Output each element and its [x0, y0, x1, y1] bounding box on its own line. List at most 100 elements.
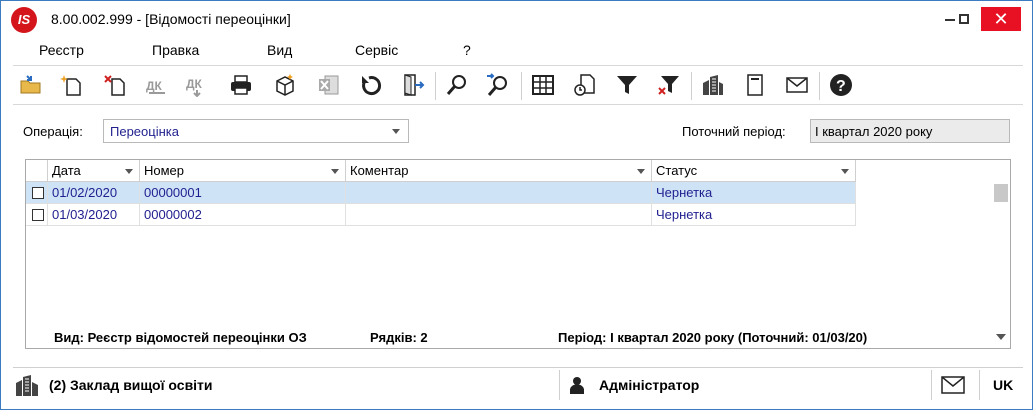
window-title: 8.00.002.999 - [Відомості переоцінки] — [51, 11, 291, 27]
sort-arrow-icon[interactable] — [331, 169, 339, 174]
toolbar-separator — [435, 72, 436, 100]
open-folder-button[interactable] — [17, 71, 45, 99]
toolbar: ДК ДК ? — [13, 65, 1023, 105]
exit-button[interactable] — [399, 71, 427, 99]
status-separator — [931, 370, 932, 400]
table-row[interactable]: 01/02/2020 00000001 Чернетка — [26, 182, 856, 204]
column-header-number[interactable]: Номер — [140, 160, 346, 182]
mail-button[interactable] — [783, 71, 811, 99]
user-icon — [570, 377, 584, 394]
header-checkbox-column — [26, 160, 48, 182]
package-icon — [276, 74, 294, 96]
rows-count: Рядків: 2 — [370, 330, 428, 345]
scroll-down-icon[interactable] — [996, 334, 1006, 340]
bookmark-document-icon — [747, 74, 763, 96]
toolbar-separator — [691, 72, 692, 100]
maximize-button[interactable] — [949, 7, 979, 31]
clear-filter-icon — [658, 76, 679, 95]
svg-text:ДК: ДК — [186, 77, 203, 91]
language-indicator[interactable]: UK — [993, 377, 1013, 393]
unpost-document-button[interactable]: ДК — [183, 71, 211, 99]
column-header-status[interactable]: Статус — [652, 160, 856, 182]
new-document-button[interactable] — [57, 71, 85, 99]
user-name[interactable]: Адміністратор — [599, 377, 699, 393]
table-row[interactable]: 01/03/2020 00000002 Чернетка — [26, 204, 856, 226]
sort-arrow-icon[interactable] — [841, 169, 849, 174]
print-button[interactable] — [227, 71, 255, 99]
maximize-icon — [959, 14, 969, 24]
help-icon: ? — [830, 74, 852, 96]
open-folder-icon — [20, 75, 41, 94]
main-window: IS 8.00.002.999 - [Відомості переоцінки]… — [0, 0, 1033, 410]
menu-view[interactable]: Вид — [267, 42, 292, 58]
mail-icon[interactable] — [941, 376, 965, 394]
scrollbar-thumb[interactable] — [994, 184, 1008, 202]
status-separator — [979, 370, 980, 400]
menu-bar: Реєстр Правка Вид Сервіс ? — [1, 39, 1032, 63]
sort-arrow-icon[interactable] — [125, 169, 133, 174]
current-period-value: І квартал 2020 року — [815, 124, 933, 139]
menu-edit[interactable]: Правка — [152, 42, 199, 58]
cell-comment — [346, 182, 652, 204]
post-document-icon: ДК — [146, 79, 165, 94]
row-checkbox[interactable] — [32, 187, 44, 199]
print-icon — [231, 75, 251, 95]
organization-icon — [16, 375, 38, 396]
cell-status: Чернетка — [652, 182, 856, 204]
filter-button[interactable] — [613, 71, 641, 99]
row-checkbox-cell — [26, 204, 48, 226]
menu-help[interactable]: ? — [463, 42, 471, 58]
column-header-date[interactable]: Дата — [48, 160, 140, 182]
cell-number: 00000002 — [140, 204, 346, 226]
menu-service[interactable]: Сервіс — [355, 42, 398, 58]
close-icon: ✕ — [993, 9, 1009, 29]
clear-filter-button[interactable] — [655, 71, 683, 99]
menu-registry[interactable]: Реєстр — [39, 42, 84, 58]
organization-icon — [703, 75, 723, 95]
filter-icon — [617, 76, 637, 94]
cell-comment — [346, 204, 652, 226]
delete-document-button[interactable] — [101, 71, 129, 99]
operation-select[interactable]: Переоцінка — [103, 119, 409, 143]
period-status: Період: І квартал 2020 року (Поточний: 0… — [558, 330, 868, 345]
bookmark-document-button[interactable] — [741, 71, 769, 99]
table-button[interactable] — [529, 71, 557, 99]
schedule-document-button[interactable] — [571, 71, 599, 99]
column-header-comment-label: Коментар — [350, 163, 409, 178]
close-button[interactable]: ✕ — [981, 7, 1021, 31]
column-header-date-label: Дата — [52, 163, 81, 178]
operation-value: Переоцінка — [110, 124, 179, 139]
toolbar-separator — [819, 72, 820, 100]
find-next-button[interactable] — [483, 71, 511, 99]
package-button[interactable] — [271, 71, 299, 99]
organization-name[interactable]: (2) Заклад вищої освіти — [49, 377, 213, 393]
vertical-scrollbar[interactable] — [990, 180, 1010, 348]
view-status: Вид: Реєстр відомостей переоцінки ОЗ — [54, 330, 307, 345]
status-separator — [559, 370, 560, 400]
unpost-document-icon: ДК — [186, 77, 203, 97]
help-button[interactable]: ? — [827, 71, 855, 99]
sort-arrow-icon[interactable] — [637, 169, 645, 174]
column-header-comment[interactable]: Коментар — [346, 160, 652, 182]
organization-button[interactable] — [699, 71, 727, 99]
find-button[interactable] — [443, 71, 471, 99]
cell-date: 01/03/2020 — [48, 204, 140, 226]
post-document-button[interactable]: ДК — [143, 71, 171, 99]
toolbar-separator — [521, 72, 522, 100]
title-bar: IS 8.00.002.999 - [Відомості переоцінки]… — [1, 1, 1032, 37]
new-document-icon — [60, 75, 81, 96]
cell-status: Чернетка — [652, 204, 856, 226]
mail-icon — [786, 77, 808, 93]
find-next-icon — [487, 73, 507, 96]
exit-icon — [404, 74, 425, 96]
refresh-button[interactable] — [357, 71, 385, 99]
column-header-number-label: Номер — [144, 163, 185, 178]
documents-grid: Дата Номер Коментар Статус 01/02/2020 00… — [25, 159, 1011, 349]
grid-header: Дата Номер Коментар Статус — [26, 160, 856, 182]
column-header-status-label: Статус — [656, 163, 698, 178]
excel-export-button[interactable] — [315, 71, 343, 99]
app-logo-icon: IS — [11, 7, 37, 33]
operation-label: Операція: — [23, 124, 83, 139]
row-checkbox[interactable] — [32, 209, 44, 221]
current-period-field: І квартал 2020 року — [810, 119, 1010, 143]
